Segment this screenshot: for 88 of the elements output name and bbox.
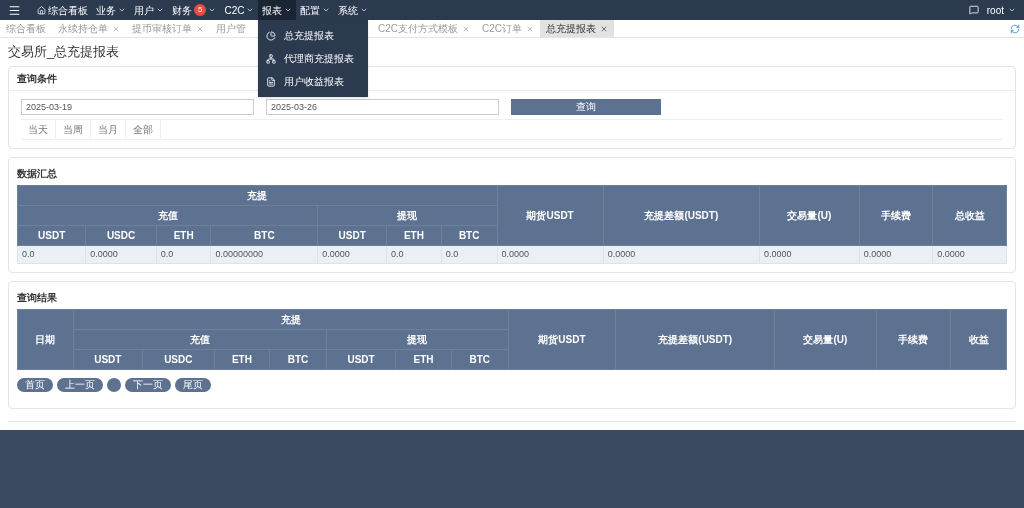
pagination-button[interactable]: 上一页 [57, 378, 103, 392]
start-date-field[interactable]: 2025-03-19 [21, 98, 254, 115]
nav-menu[interactable]: 报表 [258, 0, 297, 20]
column-header: 充值 [73, 329, 327, 350]
nav-menu[interactable]: C2C [220, 0, 259, 20]
caret-icon [156, 6, 164, 14]
caret-icon [1008, 6, 1016, 14]
column-header: ETH [395, 349, 452, 370]
caret-icon [360, 6, 369, 14]
dropdown-item[interactable]: 总充提报表 [258, 24, 369, 47]
page-tab[interactable]: 总充提报表 [540, 20, 615, 37]
table-cell: 0.0 [156, 245, 211, 264]
column-header: USDT [317, 225, 387, 245]
column-header: 期货USDT [508, 309, 616, 370]
panel-title: 数据汇总 [17, 166, 58, 181]
column-header: 交易量(U) [759, 185, 860, 245]
notification-badge: 5 [194, 4, 207, 16]
caret-icon [322, 6, 331, 14]
column-header: USDC [85, 225, 157, 245]
refresh-icon[interactable] [1010, 23, 1020, 34]
range-option[interactable]: 全部 [126, 119, 161, 139]
user-menu[interactable]: root [986, 2, 1016, 18]
caret-icon [208, 6, 217, 14]
column-header: USDT [73, 349, 143, 370]
column-header: 收益 [950, 309, 1007, 370]
menu-icon[interactable] [8, 3, 21, 17]
page-number-button[interactable] [107, 378, 121, 392]
column-header: USDC [142, 349, 215, 370]
table-cell: 0.0 [17, 245, 86, 264]
dropdown-item[interactable]: 用户收益报表 [258, 70, 369, 93]
column-header: 充提 [17, 185, 498, 205]
document-icon [266, 76, 277, 87]
caret-icon [246, 6, 255, 14]
column-header: ETH [386, 225, 442, 245]
pagination-button[interactable]: 首页 [17, 378, 53, 392]
caret-icon [284, 6, 293, 14]
nav-menu[interactable]: 用户 [130, 0, 168, 20]
table-cell: 0.00000000 [211, 245, 318, 264]
dropdown-item[interactable]: 代理商充提报表 [258, 47, 369, 70]
column-header: 期货USDT [497, 185, 604, 245]
column-header: 充提 [73, 309, 509, 330]
query-button[interactable]: 查询 [511, 98, 661, 115]
pagination-button[interactable]: 下一页 [125, 378, 171, 392]
close-icon[interactable] [600, 24, 609, 33]
table-cell: 0.0000 [759, 245, 860, 264]
pie-chart-icon [266, 30, 277, 41]
column-header: 手续费 [859, 185, 933, 245]
column-header: ETH [156, 225, 211, 245]
nav-menu[interactable]: 综合看板 [33, 0, 92, 20]
table-cell: 0.0000 [317, 245, 387, 264]
caret-icon [118, 6, 126, 14]
column-header: 日期 [17, 309, 74, 370]
nav-menu[interactable]: 财务 5 [168, 0, 221, 20]
table-cell: 0.0000 [603, 245, 760, 264]
close-icon[interactable] [112, 24, 120, 33]
column-header: USDT [17, 225, 86, 245]
range-option[interactable]: 当周 [56, 119, 91, 139]
column-header: USDT [326, 349, 396, 370]
table-cell: 0.0000 [497, 245, 604, 264]
end-date-field[interactable]: 2025-03-26 [266, 98, 499, 115]
column-header: 交易量(U) [774, 309, 877, 370]
table-cell: 0.0 [441, 245, 498, 264]
table-cell: 0.0000 [859, 245, 933, 264]
column-header: BTC [269, 349, 327, 370]
range-option[interactable]: 当月 [91, 119, 126, 139]
close-icon[interactable] [196, 24, 204, 33]
table-cell: 0.0000 [932, 245, 1007, 264]
column-header: 总收益 [932, 185, 1007, 245]
column-header: 手续费 [876, 309, 951, 370]
nav-menu[interactable]: 业务 [92, 0, 130, 20]
close-icon[interactable] [462, 24, 470, 33]
hierarchy-icon [266, 53, 277, 64]
nav-menu[interactable]: 配置 [296, 0, 335, 20]
close-icon[interactable] [526, 24, 535, 33]
column-header: ETH [214, 349, 270, 370]
home-icon [37, 5, 46, 15]
nav-menu[interactable]: 系统 [334, 0, 373, 20]
pagination-button[interactable]: 尾页 [175, 378, 211, 392]
column-header: 充值 [17, 205, 318, 225]
column-header: 充提差额(USDT) [603, 185, 760, 245]
chat-icon[interactable] [968, 5, 979, 15]
column-header: BTC [211, 225, 318, 245]
column-header: 充提差额(USDT) [615, 309, 775, 370]
table-cell: 0.0000 [85, 245, 157, 264]
page-title: 交易所_总充提报表 [8, 43, 120, 61]
panel-title: 查询结果 [17, 291, 58, 305]
range-option[interactable]: 当天 [21, 119, 56, 139]
table-cell: 0.0 [386, 245, 442, 264]
